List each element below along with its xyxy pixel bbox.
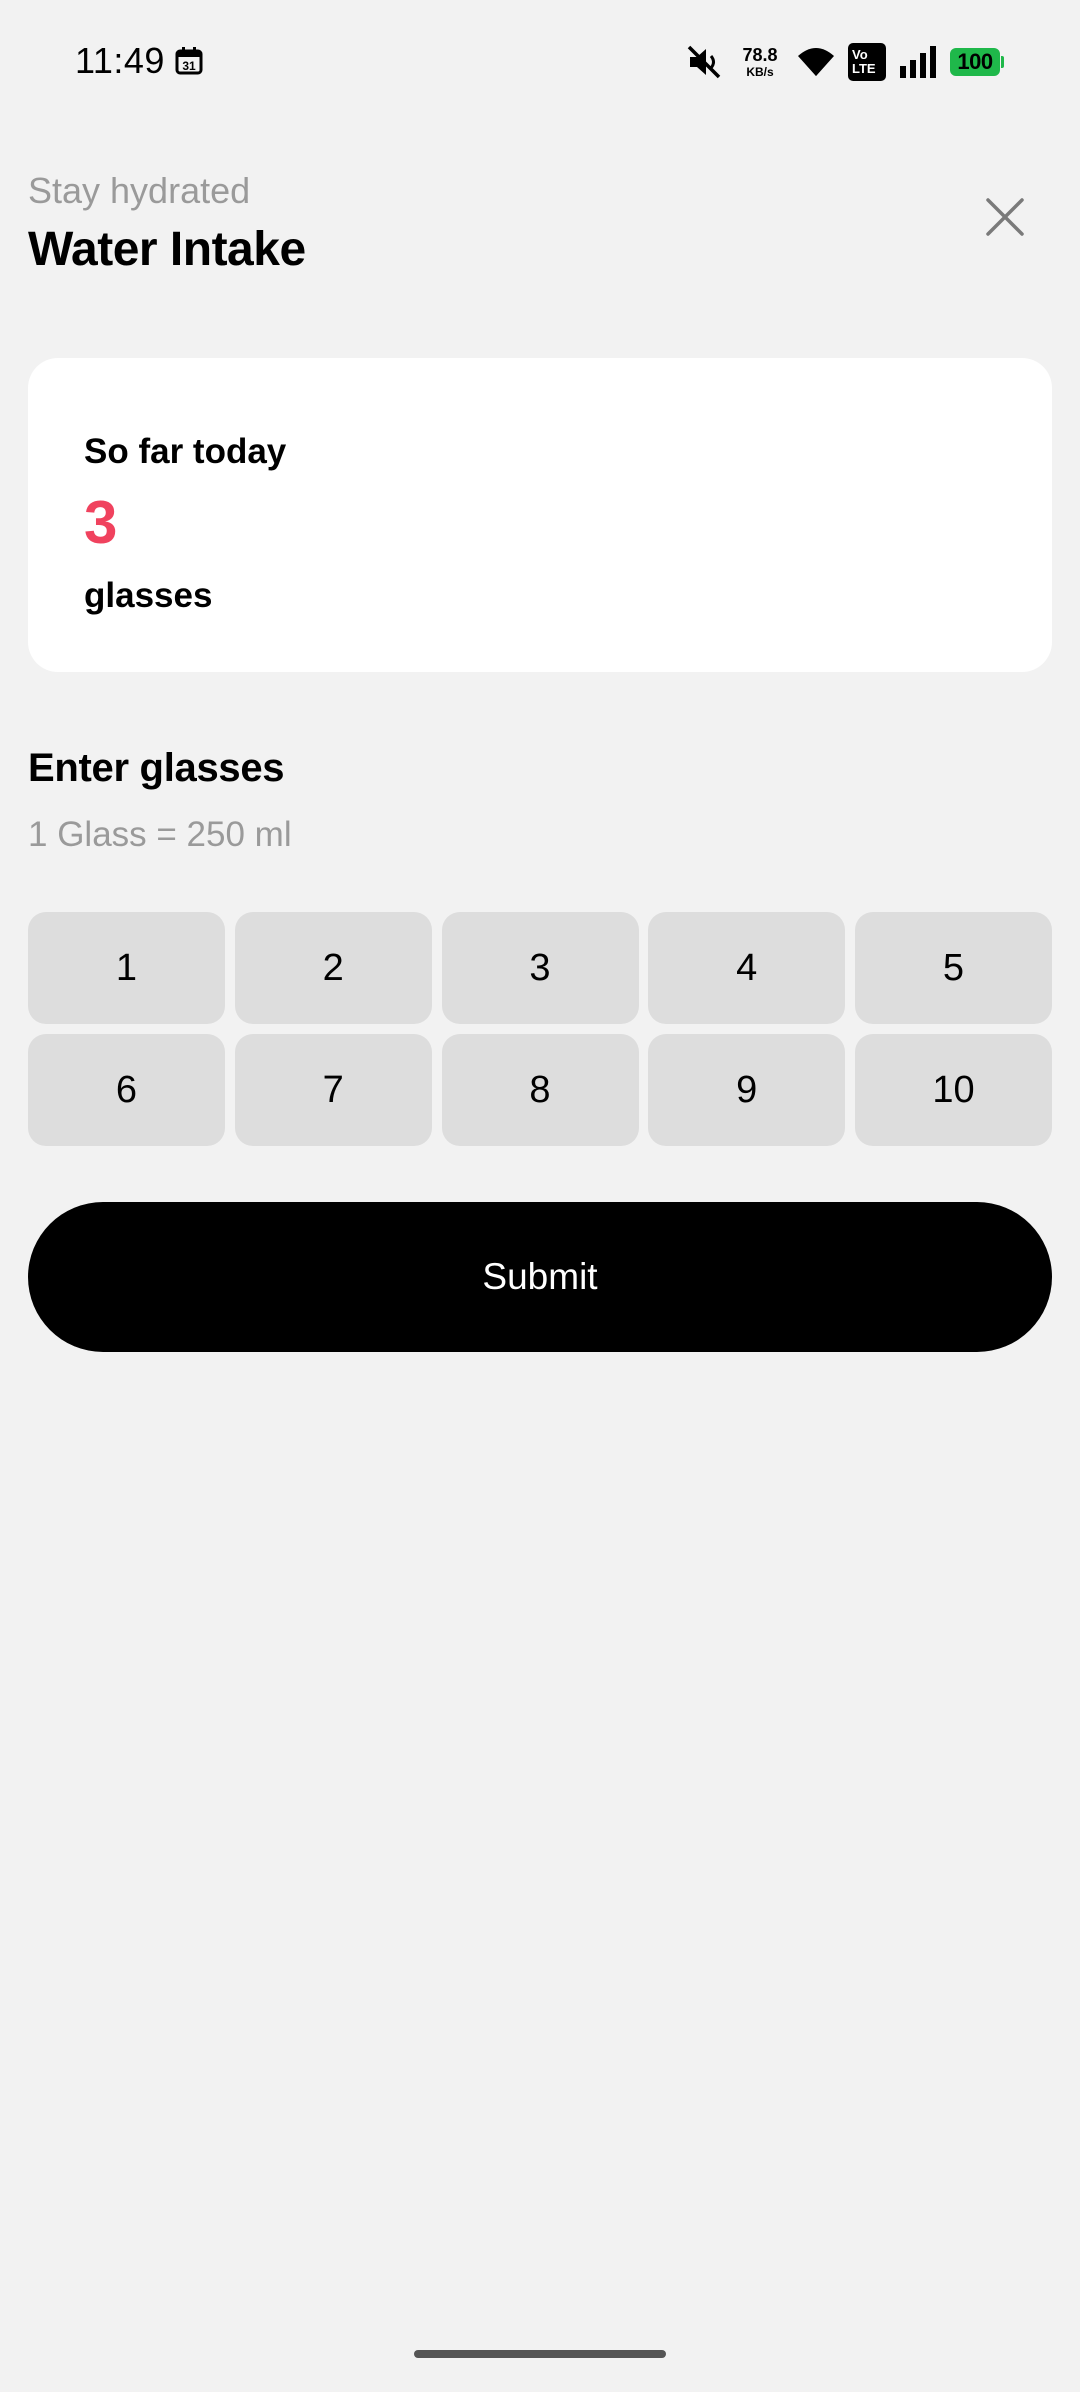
page-subtitle: Stay hydrated: [28, 170, 251, 211]
submit-button[interactable]: Submit: [28, 1202, 1052, 1352]
glass-option-2[interactable]: 2: [234, 912, 432, 1024]
glass-option-7[interactable]: 7: [234, 1034, 432, 1146]
enter-glasses-title: Enter glasses: [28, 746, 285, 790]
glass-option-4[interactable]: 4: [648, 912, 846, 1024]
wifi-icon: [798, 48, 834, 76]
glass-count-grid: 1 2 3 4 5 6 7 8 9 10: [28, 912, 1052, 1146]
close-icon[interactable]: [982, 194, 1028, 240]
calendar-icon: 31: [175, 47, 203, 75]
volte-bottom: LTE: [852, 61, 876, 76]
glass-option-5[interactable]: 5: [855, 912, 1052, 1024]
glass-option-3[interactable]: 3: [441, 912, 639, 1024]
glass-option-9[interactable]: 9: [648, 1034, 846, 1146]
status-icons: 78.8 KB/s Vo LTE 100: [672, 40, 1004, 84]
battery-icon: 100: [950, 48, 1004, 76]
summary-card: So far today 3 glasses: [28, 358, 1052, 672]
volte-icon: Vo LTE: [848, 43, 886, 81]
glass-option-1[interactable]: 1: [28, 912, 225, 1024]
summary-label: So far today: [84, 432, 287, 471]
battery-level: 100: [950, 48, 1000, 76]
calendar-day: 31: [182, 59, 196, 73]
home-indicator[interactable]: [414, 2350, 666, 2358]
glass-option-8[interactable]: 8: [441, 1034, 639, 1146]
glass-option-6[interactable]: 6: [28, 1034, 225, 1146]
battery-tip: [1001, 56, 1004, 68]
summary-value: 3: [84, 489, 118, 556]
glass-option-10[interactable]: 10: [855, 1034, 1052, 1146]
signal-icon: [900, 46, 936, 78]
status-time: 11:49: [75, 40, 165, 81]
glass-size-hint: 1 Glass = 250 ml: [28, 815, 292, 854]
network-speed-unit: KB/s: [746, 65, 774, 79]
network-speed-value: 78.8: [742, 45, 778, 65]
network-speed: 78.8 KB/s: [736, 46, 784, 78]
status-bar: 11:49 31 78.8 KB/s Vo LTE 100: [0, 0, 1080, 126]
volte-top: Vo: [852, 47, 868, 62]
mute-icon: [687, 45, 721, 79]
summary-unit: glasses: [84, 576, 213, 615]
page-title: Water Intake: [28, 223, 306, 276]
